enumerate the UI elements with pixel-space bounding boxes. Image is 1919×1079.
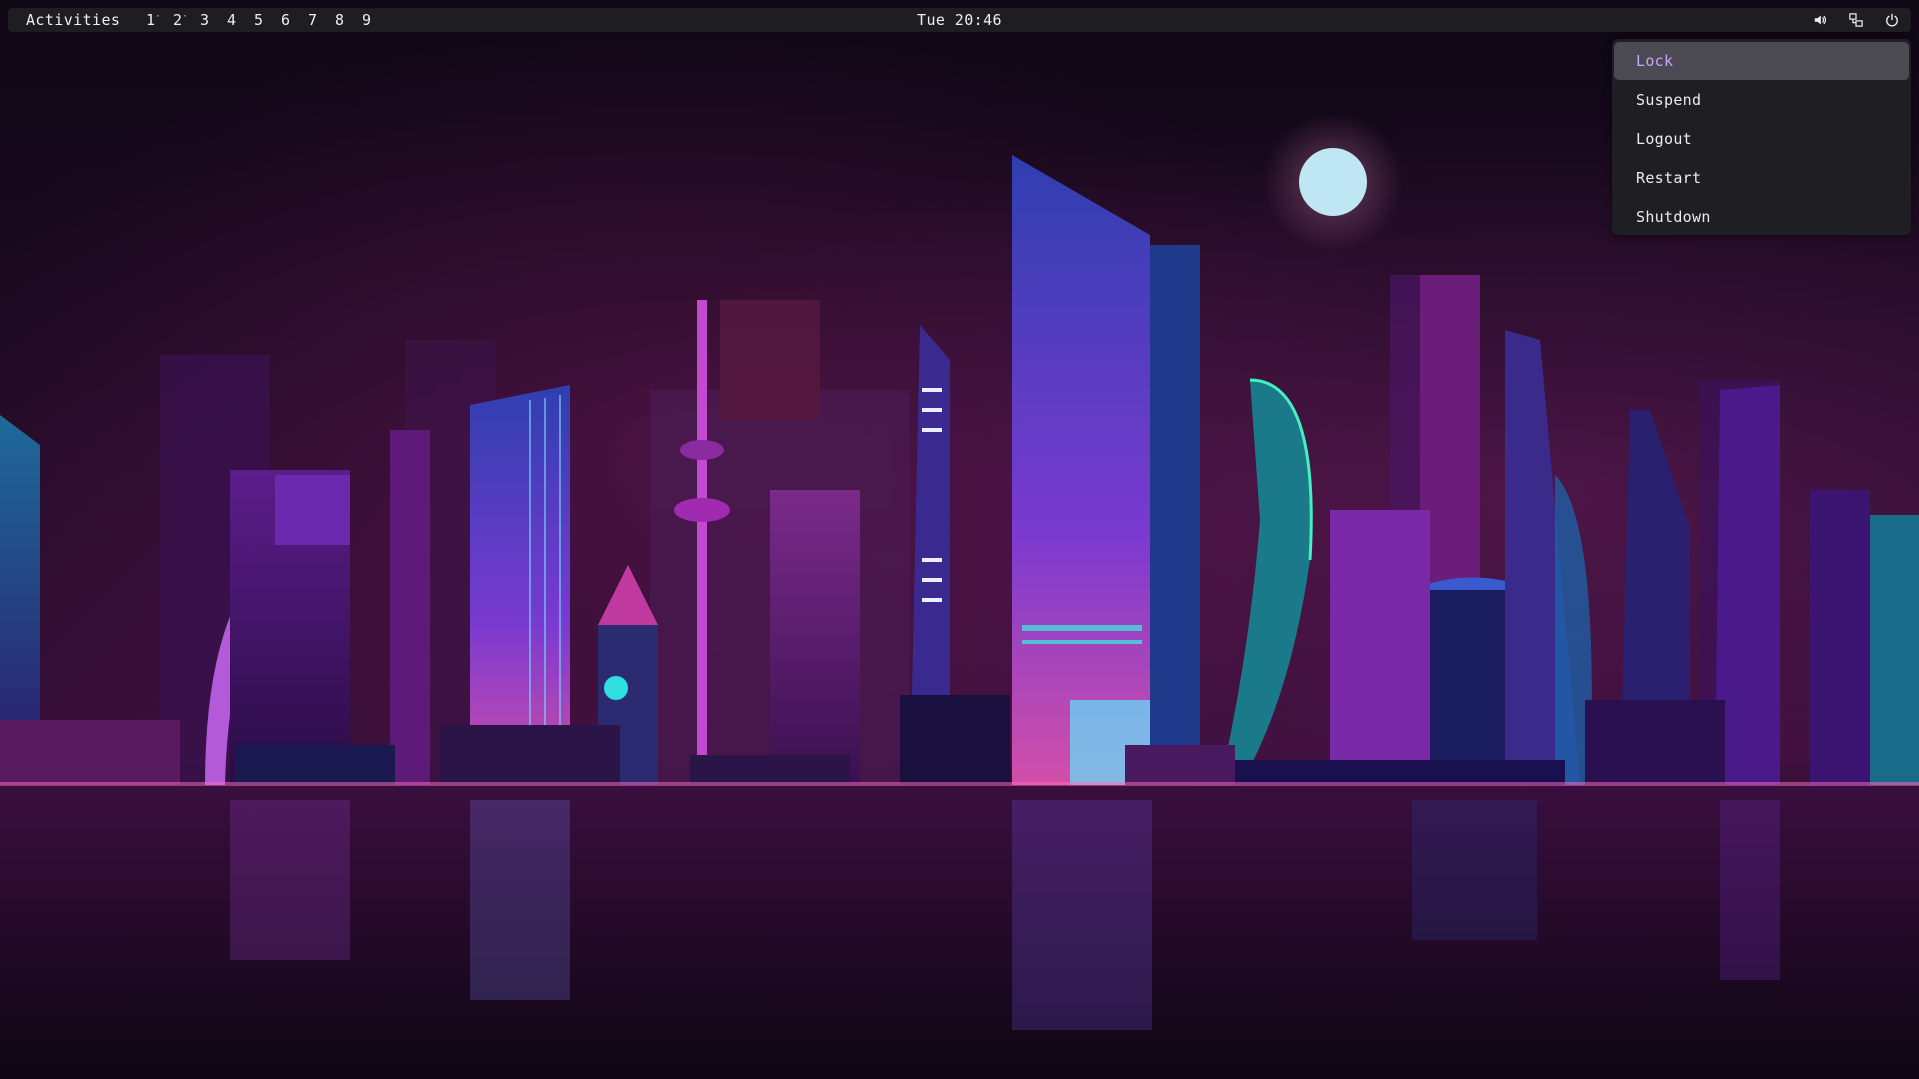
system-tray <box>1809 8 1903 32</box>
menu-item-restart[interactable]: Restart <box>1614 159 1909 197</box>
top-panel: Activities 1 · 2 · 3 4 5 6 7 8 9 Tue 20:46 <box>8 8 1911 32</box>
menu-item-shutdown[interactable]: Shutdown <box>1614 198 1909 236</box>
workspace-5[interactable]: 5 <box>254 11 281 29</box>
activities-button[interactable]: Activities <box>8 11 146 29</box>
speaker-icon[interactable] <box>1809 8 1831 32</box>
clock[interactable]: Tue 20:46 <box>917 11 1002 29</box>
power-menu: Lock Suspend Logout Restart Shutdown <box>1612 39 1911 235</box>
workspace-7[interactable]: 7 <box>308 11 335 29</box>
menu-item-lock[interactable]: Lock <box>1614 42 1909 80</box>
workspace-label: 9 <box>362 11 372 29</box>
workspace-occupied-marker: · <box>182 11 189 22</box>
workspace-2[interactable]: 2 · <box>173 11 200 29</box>
workspace-8[interactable]: 8 <box>335 11 362 29</box>
menu-item-logout[interactable]: Logout <box>1614 120 1909 158</box>
power-icon[interactable] <box>1881 8 1903 32</box>
workspace-label: 4 <box>227 11 237 29</box>
workspace-label: 3 <box>200 11 210 29</box>
workspace-4[interactable]: 4 <box>227 11 254 29</box>
workspace-6[interactable]: 6 <box>281 11 308 29</box>
workspace-3[interactable]: 3 <box>200 11 227 29</box>
workspace-label: 8 <box>335 11 345 29</box>
workspace-9[interactable]: 9 <box>362 11 389 29</box>
workspace-switcher: 1 · 2 · 3 4 5 6 7 8 9 <box>146 11 389 29</box>
network-icon[interactable] <box>1845 8 1867 32</box>
desktop: Activities 1 · 2 · 3 4 5 6 7 8 9 Tue 20:46 Lock Su… <box>0 0 1919 1079</box>
workspace-label: 7 <box>308 11 318 29</box>
menu-item-suspend[interactable]: Suspend <box>1614 81 1909 119</box>
workspace-1[interactable]: 1 · <box>146 11 173 29</box>
workspace-label: 5 <box>254 11 264 29</box>
workspace-label: 6 <box>281 11 291 29</box>
workspace-occupied-marker: · <box>155 11 162 22</box>
